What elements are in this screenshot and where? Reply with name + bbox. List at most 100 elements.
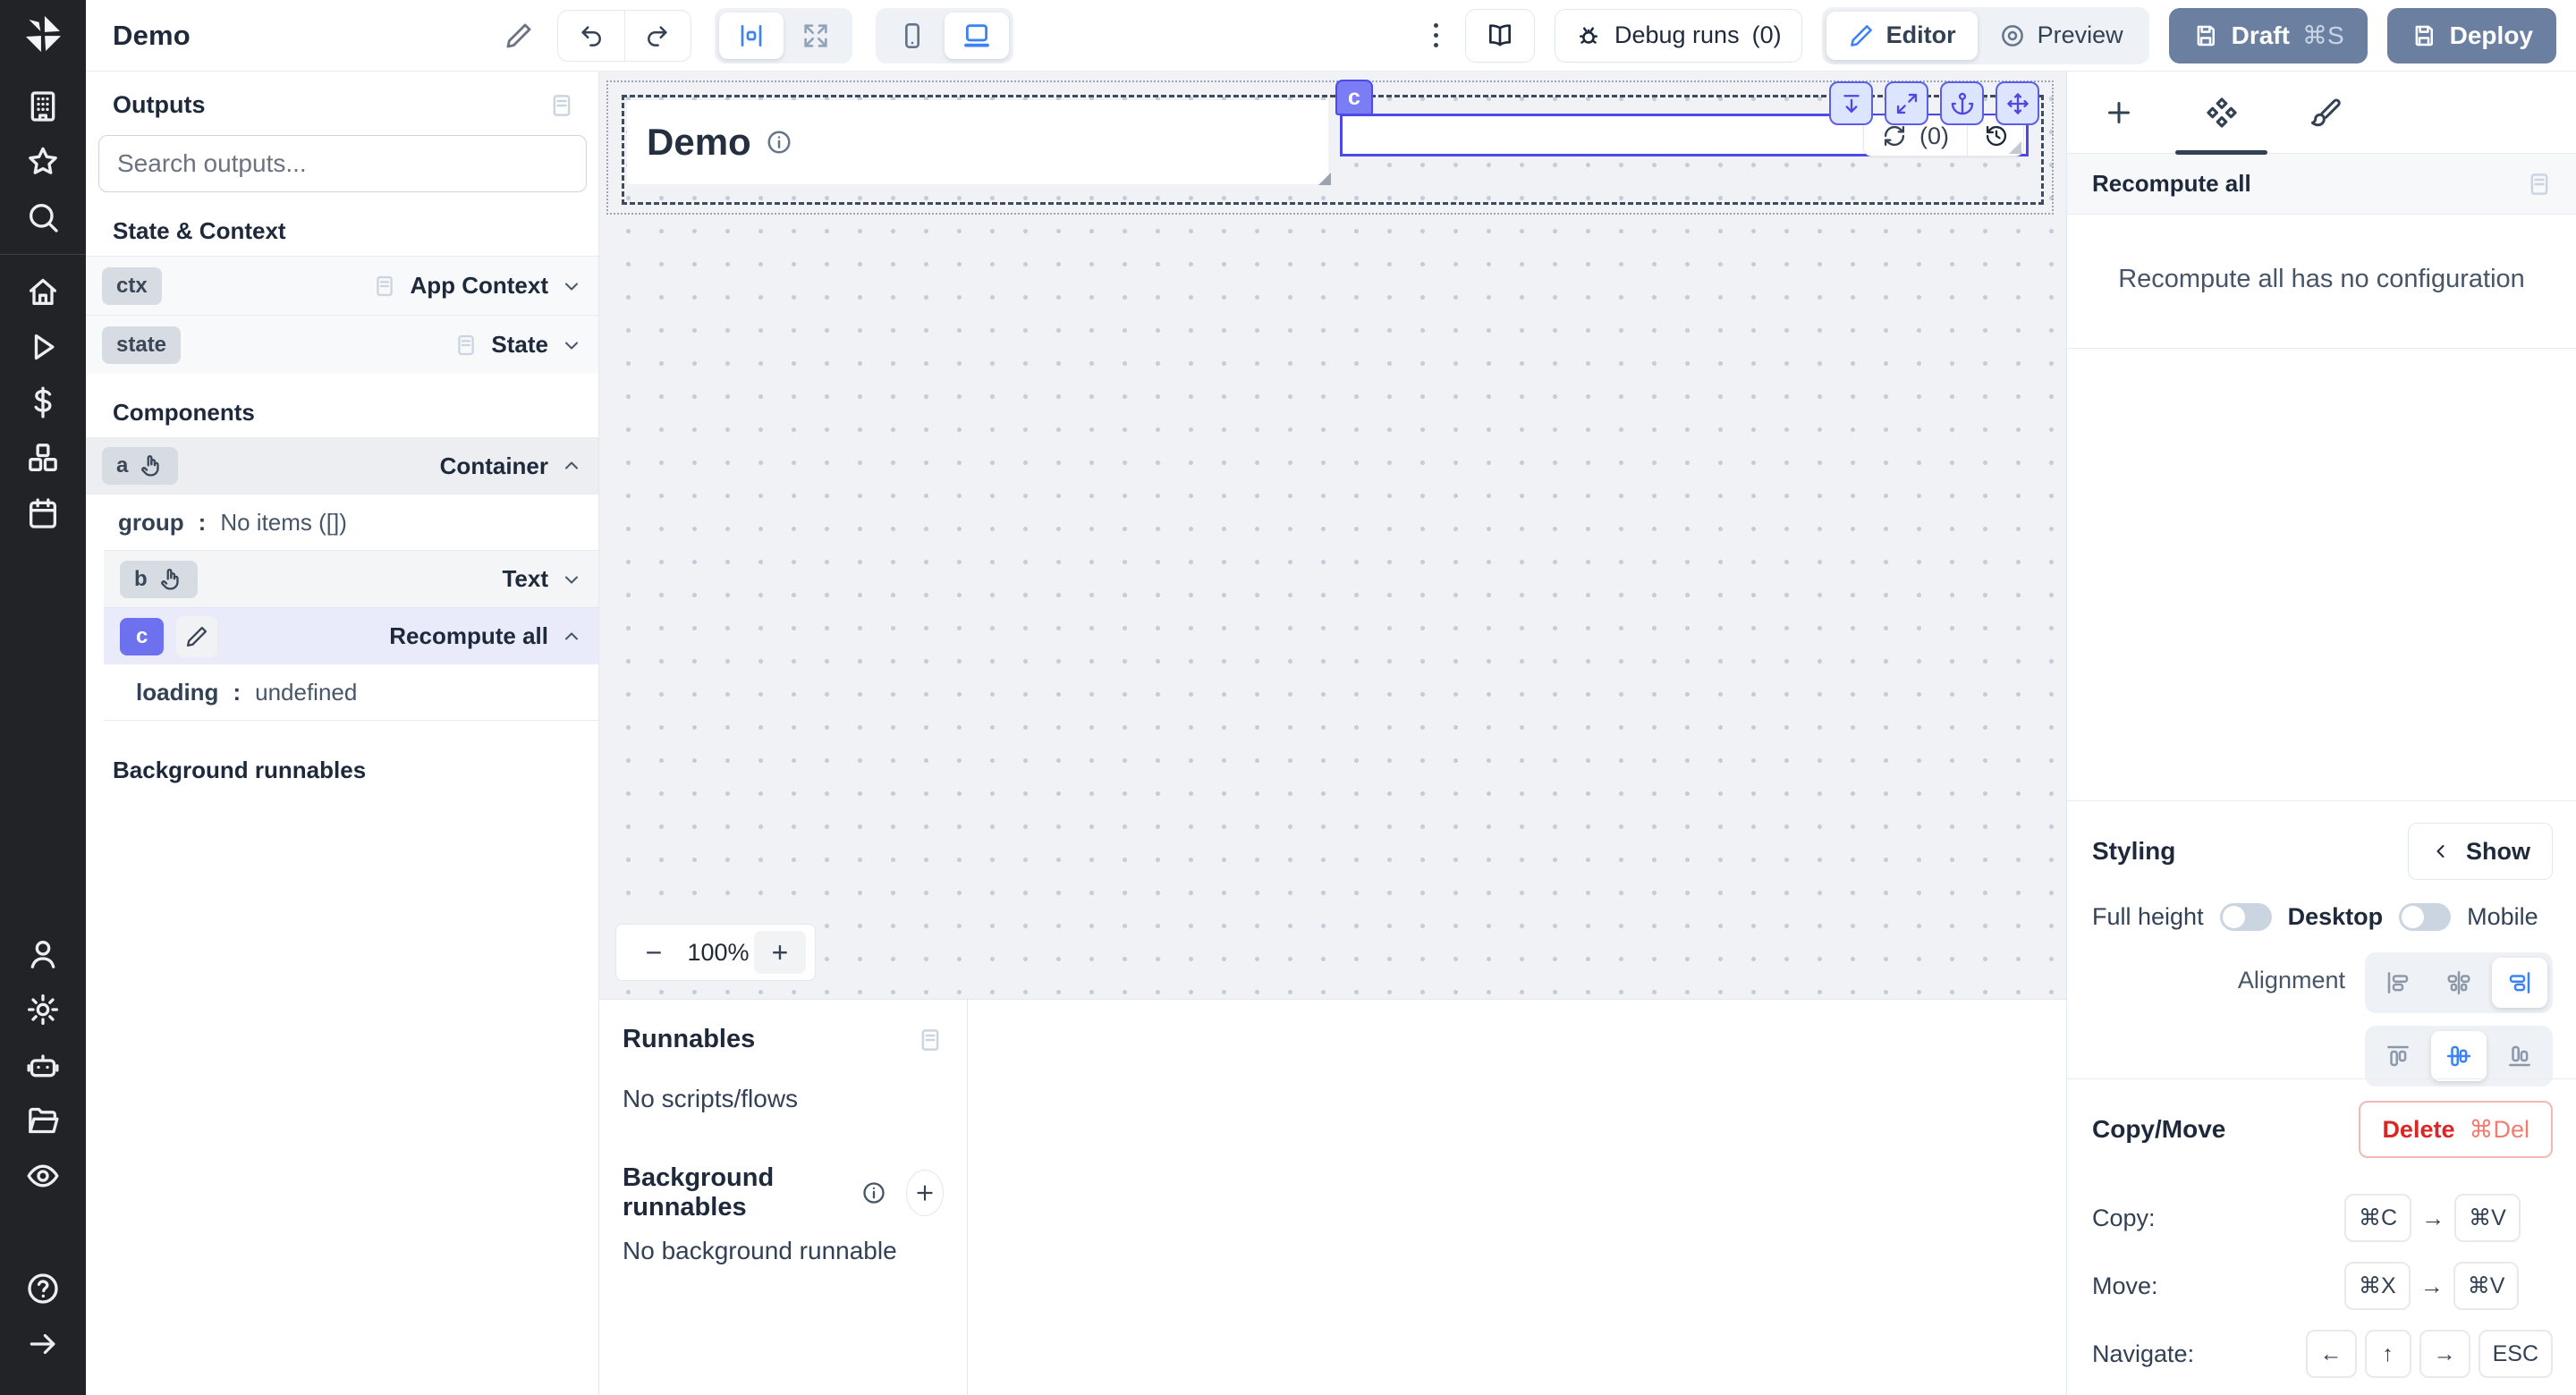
folders-icon[interactable] [23, 1101, 63, 1140]
zoom-out-button[interactable]: − [625, 936, 682, 969]
info-icon[interactable] [766, 129, 792, 156]
audit-logs-icon[interactable] [23, 1156, 63, 1196]
draft-button[interactable]: Draft ⌘S [2169, 8, 2368, 63]
group-key: group [118, 509, 184, 537]
align-right-button[interactable] [2492, 958, 2547, 1008]
windmill-logo-icon[interactable] [21, 13, 64, 55]
tab-editor[interactable]: Editor [1826, 12, 1978, 60]
collapse-sidebar-icon[interactable] [23, 1324, 63, 1364]
show-styling-button[interactable]: Show [2408, 823, 2553, 880]
topbar-actions: Debug runs (0) Editor Preview Draft ⌘S [1427, 7, 2556, 64]
expand-down-icon[interactable] [1829, 81, 1873, 125]
chevron-down-icon[interactable] [561, 334, 582, 356]
full-width-button[interactable] [784, 13, 848, 59]
search-icon[interactable] [23, 198, 63, 237]
component-c-id: c [120, 618, 164, 655]
zoom-in-button[interactable]: + [754, 931, 806, 974]
copy-move-section: Copy/Move Delete ⌘Del Copy: ⌘C → ⌘V Move… [2067, 1078, 2576, 1395]
runs-icon[interactable] [23, 327, 63, 367]
copy-label: Copy: [2092, 1205, 2344, 1232]
ctx-row[interactable]: ctx App Context [86, 256, 598, 315]
full-height-toggle[interactable] [2220, 903, 2272, 931]
device-toggle-group [876, 8, 1013, 63]
styling-title: Styling [2092, 837, 2175, 866]
state-row[interactable]: state State [86, 315, 598, 374]
component-grid-icon [2205, 96, 2239, 130]
editor-preview-toggle: Editor Preview [1822, 7, 2149, 64]
help-icon[interactable] [23, 1269, 63, 1308]
info-icon[interactable] [861, 1180, 886, 1205]
text-component-b[interactable]: Demo [627, 100, 1328, 184]
container-a-outline[interactable]: Demo c (0) [622, 95, 2044, 205]
component-toolbar [1829, 81, 2039, 125]
tab-component-settings[interactable] [2170, 72, 2273, 153]
app-canvas[interactable]: Demo c (0) [599, 72, 2066, 999]
users-icon[interactable] [23, 934, 63, 974]
settings-tabs [2067, 72, 2576, 154]
component-doc-icon[interactable] [2526, 171, 2553, 198]
chevron-up-icon[interactable] [561, 626, 582, 647]
state-type: State [491, 331, 548, 359]
outputs-doc-icon[interactable] [548, 92, 575, 119]
component-row-a[interactable]: a Container [86, 437, 598, 495]
redo-button[interactable] [624, 11, 691, 61]
resize-handle[interactable] [1318, 173, 1331, 185]
navigate-label: Navigate: [2092, 1340, 2306, 1368]
workspace-icon[interactable] [23, 87, 63, 126]
search-outputs-input[interactable] [98, 135, 587, 192]
state-badge: state [102, 326, 181, 364]
settings-icon[interactable] [23, 990, 63, 1029]
component-b-id: b [134, 567, 148, 592]
component-row-c-selected[interactable]: c Recompute all [104, 607, 598, 664]
chevron-up-icon[interactable] [561, 455, 582, 477]
docs-button[interactable] [1465, 9, 1535, 63]
anchor-icon[interactable] [1940, 81, 1984, 125]
group-output-row[interactable]: group : No items ([]) [86, 495, 598, 550]
add-background-runnable-button[interactable] [906, 1170, 944, 1216]
desktop-view-button[interactable] [945, 13, 1009, 59]
align-left-button[interactable] [2370, 958, 2426, 1008]
ctx-doc-icon[interactable] [372, 274, 397, 299]
edit-id-icon[interactable] [176, 616, 217, 657]
mobile-label: Mobile [2467, 903, 2538, 931]
align-top-button[interactable] [2370, 1031, 2426, 1081]
home-icon[interactable] [23, 272, 63, 311]
hand-pointer-icon [158, 567, 183, 592]
ctx-badge: ctx [102, 267, 162, 305]
delete-button[interactable]: Delete ⌘Del [2359, 1101, 2553, 1158]
selected-component-tag: c [1335, 80, 1373, 115]
move-icon[interactable] [1996, 81, 2039, 125]
align-center-h-button[interactable] [2431, 958, 2487, 1008]
debug-runs-button[interactable]: Debug runs (0) [1555, 9, 1802, 63]
undo-button[interactable] [558, 11, 624, 61]
fullscreen-icon[interactable] [1885, 81, 1928, 125]
resize-handle[interactable] [2009, 141, 2021, 154]
rename-app-icon[interactable] [504, 21, 534, 51]
chevron-down-icon[interactable] [561, 275, 582, 297]
tab-preview[interactable]: Preview [1978, 12, 2145, 60]
mobile-view-button[interactable] [880, 13, 945, 59]
chevron-down-icon[interactable] [561, 569, 582, 590]
resources-icon[interactable] [23, 438, 63, 478]
favorites-icon[interactable] [23, 142, 63, 182]
runnables-title: Runnables [623, 1025, 755, 1054]
history-icon [1984, 123, 2009, 148]
state-doc-icon[interactable] [453, 333, 479, 358]
schedules-icon[interactable] [23, 494, 63, 533]
loading-output-row[interactable]: loading : undefined [104, 664, 598, 720]
kebab-menu-icon[interactable] [1427, 16, 1445, 55]
workers-icon[interactable] [23, 1045, 63, 1085]
settings-panel: Recompute all Recompute all has no confi… [2066, 72, 2576, 1395]
centered-layout-button[interactable] [719, 13, 784, 59]
runnables-doc-icon[interactable] [917, 1027, 944, 1053]
variables-icon[interactable] [23, 383, 63, 422]
component-row-b[interactable]: b Text [104, 550, 598, 607]
deploy-button[interactable]: Deploy [2387, 8, 2556, 63]
tab-insert-component[interactable] [2067, 72, 2170, 153]
align-middle-button[interactable] [2431, 1031, 2487, 1081]
tab-global-styling[interactable] [2273, 72, 2376, 153]
outputs-title: Outputs [113, 91, 205, 119]
desktop-toggle[interactable] [2399, 903, 2451, 931]
kbd-arrow-up: ↑ [2365, 1330, 2411, 1378]
align-bottom-button[interactable] [2492, 1031, 2547, 1081]
